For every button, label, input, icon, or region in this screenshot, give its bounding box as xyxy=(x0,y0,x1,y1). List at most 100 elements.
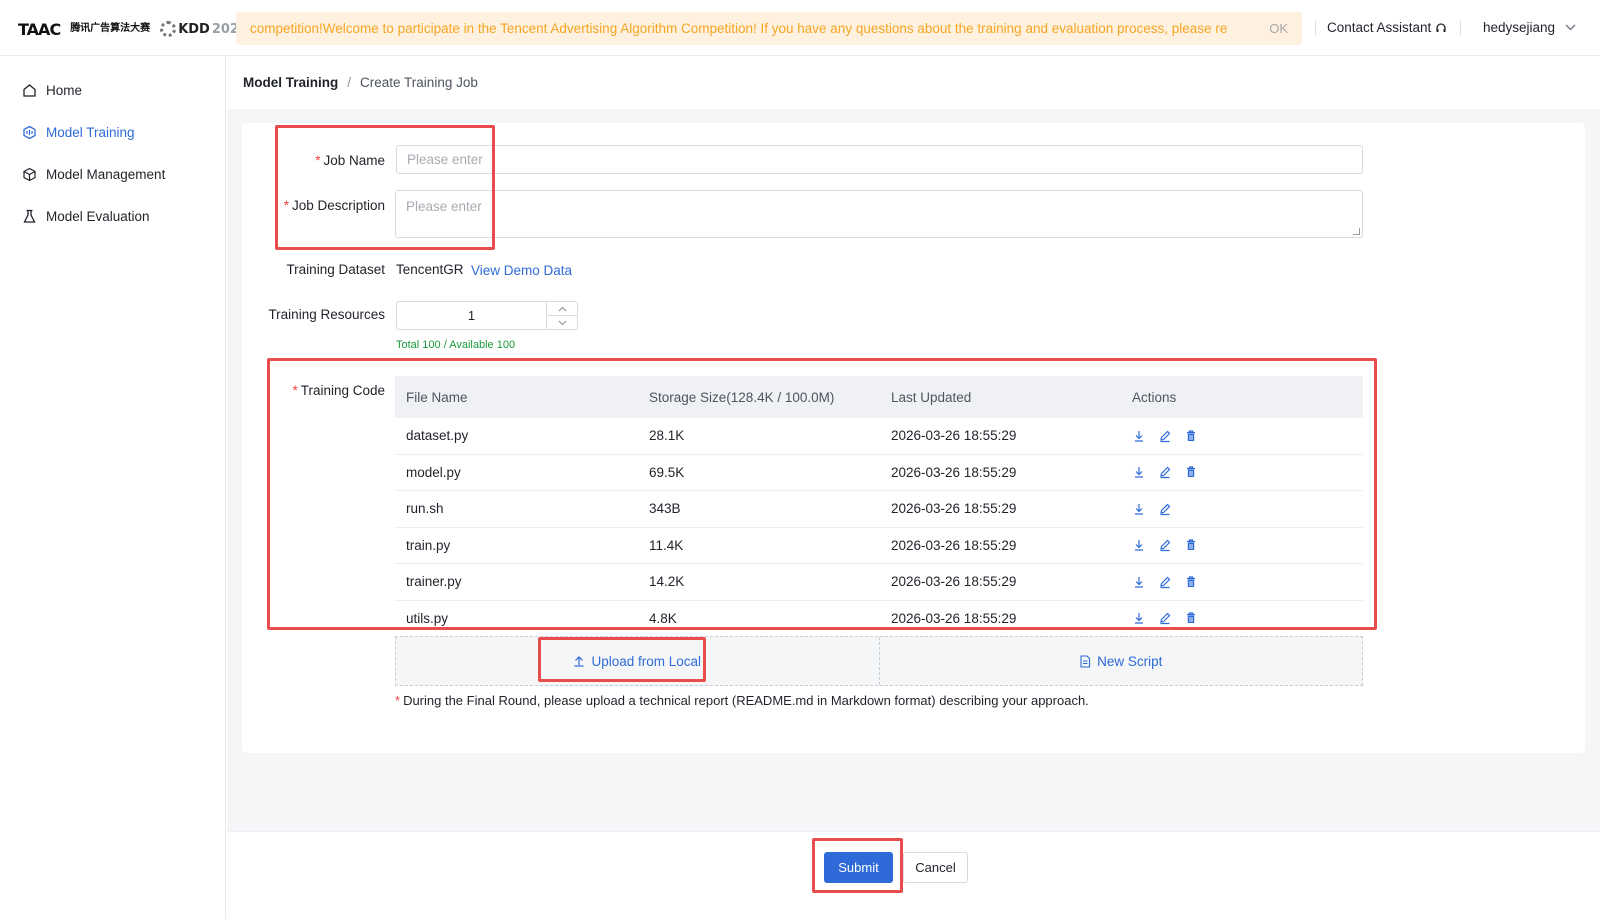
final-round-note: * During the Final Round, please upload a… xyxy=(395,693,1089,708)
logo-text: TAAC xyxy=(18,19,61,39)
logo[interactable]: TAAC 腾讯广告算法大赛 KDD 2026 xyxy=(18,18,248,40)
job-description-placeholder: Please enter xyxy=(406,199,482,214)
stepper-controls xyxy=(546,302,577,329)
job-name-input[interactable]: Please enter xyxy=(396,145,1363,174)
download-icon[interactable] xyxy=(1132,575,1146,589)
upload-from-local-label: Upload from Local xyxy=(591,653,702,669)
contact-assistant-button[interactable]: Contact Assistant xyxy=(1327,20,1447,35)
actions-cell xyxy=(1121,611,1363,625)
training-code-label: * Training Code xyxy=(292,383,385,398)
required-mark: * xyxy=(395,693,401,708)
form-footer: Submit Cancel xyxy=(227,831,1600,919)
logo-cn-text: 腾讯广告算法大赛 xyxy=(70,23,151,34)
training-resources-value[interactable]: 1 xyxy=(397,302,546,329)
file-size-cell: 4.8K xyxy=(649,610,677,626)
column-header-storage-size: Storage Size(128.4K / 100.0M) xyxy=(649,389,835,405)
delete-icon[interactable] xyxy=(1184,538,1198,552)
delete-icon[interactable] xyxy=(1184,429,1198,443)
training-resources-stepper[interactable]: 1 xyxy=(396,301,578,330)
view-demo-data-link[interactable]: View Demo Data xyxy=(471,263,572,278)
delete-icon[interactable] xyxy=(1184,465,1198,479)
edit-icon[interactable] xyxy=(1158,502,1172,516)
resources-hint: Total 100 / Available 100 xyxy=(396,339,516,351)
sidebar-item-model-management[interactable]: Model Management xyxy=(22,167,165,182)
header-divider xyxy=(1460,20,1461,36)
main-content: Model Training / Create Training Job * Jo… xyxy=(227,56,1600,919)
last-updated-cell: 2026-03-26 18:55:29 xyxy=(891,574,1017,590)
actions-cell xyxy=(1121,502,1363,516)
column-header-actions: Actions xyxy=(1132,389,1177,405)
table-row: model.py 69.5K 2026-03-26 18:55:29 xyxy=(395,455,1363,491)
training-dataset-label: Training Dataset xyxy=(286,262,385,277)
sidebar-item-label: Model Evaluation xyxy=(46,209,150,224)
download-icon[interactable] xyxy=(1132,611,1146,625)
home-icon xyxy=(23,84,36,97)
breadcrumb-current: Create Training Job xyxy=(360,75,478,90)
breadcrumb: Model Training / Create Training Job xyxy=(243,75,478,90)
last-updated-cell: 2026-03-26 18:55:29 xyxy=(891,464,1017,480)
required-mark: * xyxy=(292,383,298,398)
last-updated-cell: 2026-03-26 18:55:29 xyxy=(891,610,1017,626)
notice-text: competition!Welcome to participate in th… xyxy=(250,21,1228,36)
edit-icon[interactable] xyxy=(1158,429,1172,443)
upload-from-local-button[interactable]: Upload from Local xyxy=(396,637,880,685)
sidebar-item-home[interactable]: Home xyxy=(22,83,82,98)
edit-icon[interactable] xyxy=(1158,465,1172,479)
job-description-textarea[interactable]: Please enter xyxy=(395,190,1363,238)
sidebar-item-label: Home xyxy=(46,83,83,98)
submit-button[interactable]: Submit xyxy=(824,852,893,883)
file-name-cell: run.sh xyxy=(406,501,444,517)
training-icon xyxy=(23,125,36,140)
table-row: utils.py 4.8K 2026-03-26 18:55:29 xyxy=(395,601,1363,637)
delete-icon[interactable] xyxy=(1184,575,1198,589)
user-menu[interactable]: hedysejiang xyxy=(1483,20,1576,35)
chevron-down-icon xyxy=(1565,24,1576,31)
file-name-cell: dataset.py xyxy=(406,428,469,444)
table-row: run.sh 343B 2026-03-26 18:55:29 xyxy=(395,491,1363,528)
resize-handle-icon[interactable] xyxy=(1353,228,1360,235)
edit-icon[interactable] xyxy=(1158,611,1172,625)
file-name-cell: utils.py xyxy=(406,610,449,626)
table-row: train.py 11.4K 2026-03-26 18:55:29 xyxy=(395,528,1363,564)
new-script-label: New Script xyxy=(1097,653,1163,669)
file-size-cell: 69.5K xyxy=(649,464,685,480)
column-header-last-updated: Last Updated xyxy=(891,389,972,405)
breadcrumb-separator: / xyxy=(347,75,352,90)
required-mark: * xyxy=(283,198,289,213)
edit-icon[interactable] xyxy=(1158,575,1172,589)
download-icon[interactable] xyxy=(1132,429,1146,443)
new-script-button[interactable]: New Script xyxy=(880,637,1363,685)
download-icon[interactable] xyxy=(1132,538,1146,552)
file-size-cell: 14.2K xyxy=(649,574,685,590)
edit-icon[interactable] xyxy=(1158,538,1172,552)
actions-cell xyxy=(1121,429,1363,443)
download-icon[interactable] xyxy=(1132,502,1146,516)
kdd-logo: KDD 2026 xyxy=(160,21,248,37)
username: hedysejiang xyxy=(1483,20,1556,35)
sidebar-item-model-training[interactable]: Model Training xyxy=(22,125,135,140)
cancel-button[interactable]: Cancel xyxy=(903,852,968,883)
sidebar: Home Model Training Model Management Mod… xyxy=(0,56,226,919)
notice-ok-button[interactable]: OK xyxy=(1269,21,1288,36)
header-divider xyxy=(1315,20,1316,36)
job-name-label: * Job Name xyxy=(315,153,385,168)
decrement-button[interactable] xyxy=(547,316,577,329)
increment-button[interactable] xyxy=(547,302,577,316)
actions-cell xyxy=(1121,465,1363,479)
breadcrumb-parent[interactable]: Model Training xyxy=(243,75,338,90)
final-round-note-text: During the Final Round, please upload a … xyxy=(403,693,1089,708)
chevron-down-icon xyxy=(558,320,566,325)
delete-icon[interactable] xyxy=(1184,611,1198,625)
file-size-cell: 28.1K xyxy=(649,428,685,444)
gear-icon xyxy=(160,21,177,37)
document-icon xyxy=(1080,654,1091,668)
last-updated-cell: 2026-03-26 18:55:29 xyxy=(891,501,1017,517)
training-resources-label: Training Resources xyxy=(268,307,385,322)
job-description-label-text: Job Description xyxy=(291,198,385,213)
top-header: TAAC 腾讯广告算法大赛 KDD 2026 competition!Welcom… xyxy=(0,0,1600,56)
form-card: * Job Name Please enter * Job Description … xyxy=(242,123,1585,753)
last-updated-cell: 2026-03-26 18:55:29 xyxy=(891,537,1017,553)
sidebar-item-model-evaluation[interactable]: Model Evaluation xyxy=(22,209,150,224)
table-header: File Name Storage Size(128.4K / 100.0M) … xyxy=(395,376,1363,418)
download-icon[interactable] xyxy=(1132,465,1146,479)
